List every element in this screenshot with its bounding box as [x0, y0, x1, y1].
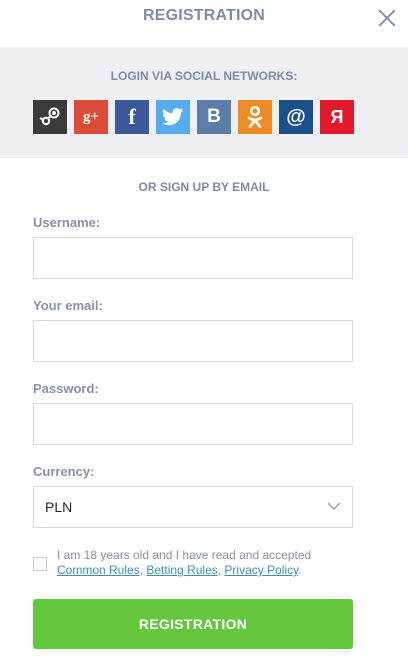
email-label: Your email: — [33, 298, 103, 313]
social-login-title: LOGIN VIA SOCIAL NETWORKS: — [110, 69, 298, 83]
registration-modal: REGISTRATION LOGIN VIA SOCIAL NETWORKS: … — [0, 0, 408, 662]
privacy-policy-link[interactable]: Privacy Policy — [224, 563, 298, 577]
twitter-button[interactable] — [156, 100, 190, 134]
agree-checkbox[interactable] — [33, 557, 47, 571]
yandex-button[interactable]: Я — [320, 100, 354, 134]
email-signup-title: OR SIGN UP BY EMAIL — [138, 180, 270, 194]
vkontakte-button[interactable]: B — [197, 100, 231, 134]
google-plus-button[interactable]: g+ — [74, 100, 108, 134]
yandex-icon: Я — [330, 106, 344, 127]
currency-value: PLN — [45, 499, 73, 515]
agreement-statement: I am 18 years old and I have read and ac… — [57, 548, 312, 562]
twitter-icon — [162, 108, 184, 126]
betting-rules-link[interactable]: Betting Rules — [146, 563, 217, 577]
username-input[interactable] — [33, 237, 353, 279]
odnoklassniki-button[interactable] — [238, 100, 272, 134]
email-input[interactable] — [33, 320, 353, 362]
steam-icon — [39, 107, 60, 126]
currency-select[interactable]: PLN — [33, 486, 353, 528]
modal-title: REGISTRATION — [142, 7, 266, 24]
google-plus-icon: g+ — [82, 108, 100, 125]
period: . — [298, 563, 302, 577]
agreement-text: I am 18 years old and I have read and ac… — [57, 548, 357, 578]
username-label: Username: — [33, 215, 101, 230]
chevron-down-icon — [327, 502, 341, 511]
facebook-icon: f — [128, 104, 136, 129]
common-rules-link[interactable]: Common Rules — [57, 563, 140, 577]
currency-label: Currency: — [33, 464, 95, 479]
odnoklassniki-icon — [247, 105, 263, 128]
mail-ru-button[interactable]: @ — [279, 100, 313, 134]
at-icon: @ — [286, 105, 306, 128]
facebook-button[interactable]: f — [115, 100, 149, 134]
password-input[interactable] — [33, 403, 353, 445]
password-label: Password: — [33, 381, 99, 396]
close-icon[interactable] — [376, 7, 398, 29]
social-buttons: g+ f B @ Я — [33, 100, 354, 134]
social-login-section: LOGIN VIA SOCIAL NETWORKS: g+ f B @ Я — [0, 47, 408, 158]
vk-icon: B — [207, 106, 221, 127]
registration-submit-button[interactable]: REGISTRATION — [33, 599, 353, 649]
steam-button[interactable] — [33, 100, 67, 134]
modal-header: REGISTRATION — [0, 0, 408, 47]
